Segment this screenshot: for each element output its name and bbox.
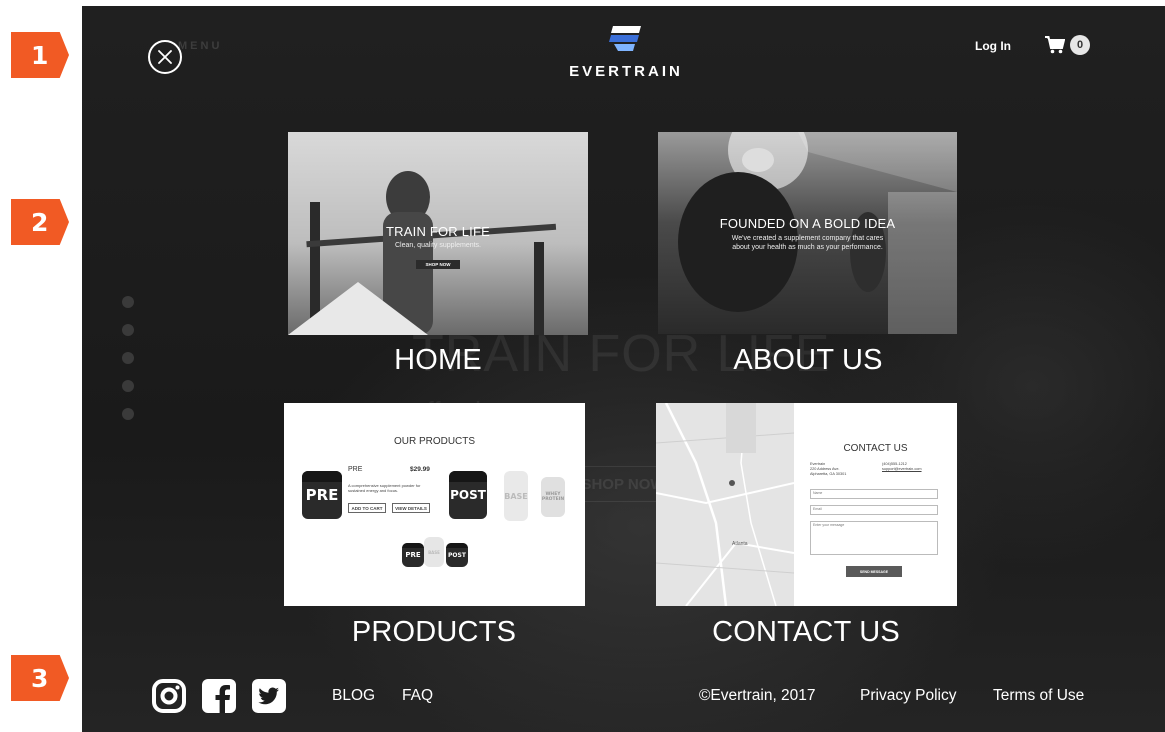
contact-send-button: SEND MESSAGE [846, 566, 902, 577]
carousel-dot [122, 352, 134, 364]
home-overlay-title: TRAIN FOR LIFE [386, 224, 490, 239]
background-hero-button: SHOP NOW [578, 466, 668, 502]
instagram-link[interactable] [152, 679, 186, 713]
products-card-title: OUR PRODUCTS [393, 436, 476, 447]
terms-of-use-link[interactable]: Terms of Use [993, 687, 1084, 705]
faq-link[interactable]: FAQ [402, 687, 433, 705]
home-overlay-subtitle: Clean, quality supplements. [395, 242, 481, 249]
logo[interactable]: EVERTRAIN [556, 24, 696, 80]
about-overlay-title: FOUNDED ON A BOLD IDEA [719, 216, 896, 231]
close-menu-button[interactable] [148, 40, 182, 74]
contact-name-field: Name [810, 489, 938, 499]
about-overlay-subtitle-1: We've created a supplement company that … [731, 235, 884, 242]
login-link[interactable]: Log In [975, 39, 1011, 53]
twitter-link[interactable] [252, 679, 286, 713]
home-tile-image[interactable]: TRAIN FOR LIFE Clean, quality supplement… [288, 132, 588, 335]
cyclists-graphic [678, 132, 957, 334]
contact-map: Atlanta [656, 403, 794, 606]
carousel-dot [122, 324, 134, 336]
map-city-label: Atlanta [732, 541, 748, 547]
post-jar-small: POST [446, 543, 468, 567]
contact-email: support@evertrain.com [882, 467, 922, 471]
instagram-icon [152, 679, 186, 713]
marker-3: 3 [11, 655, 69, 701]
cart-count-badge: 0 [1070, 35, 1090, 55]
facebook-link[interactable] [202, 679, 236, 713]
products-menu-link[interactable]: PRODUCTS [284, 616, 584, 649]
whey-protein-jar: WHEY PROTEIN [541, 477, 565, 517]
marker-2: 2 [11, 199, 69, 245]
facebook-icon [202, 679, 236, 713]
about-tile-image[interactable]: FOUNDED ON A BOLD IDEA We've created a s… [658, 132, 957, 334]
contact-message-field: Enter your message [810, 521, 938, 555]
home-overlay-button: SHOP NOW [416, 260, 460, 269]
contact-card-title: CONTACT US [843, 443, 908, 454]
add-to-cart-button: ADD TO CART [348, 503, 386, 513]
marker-1: 1 [11, 32, 69, 78]
view-details-button: VIEW DETAILS [392, 503, 430, 513]
contact-menu-link[interactable]: CONTACT US [656, 616, 956, 649]
pre-jar-small: PRE [402, 543, 424, 567]
privacy-policy-link[interactable]: Privacy Policy [860, 687, 956, 705]
carousel-dot [122, 380, 134, 392]
cart-icon [1045, 36, 1065, 54]
product-price: $29.99 [410, 466, 430, 473]
menu-label: MENU [178, 40, 223, 52]
post-jar: POST [449, 471, 487, 519]
product-desc-2: sustained energy and focus. [348, 488, 399, 493]
base-jar: BASE [504, 471, 528, 521]
pre-jar-large: PRE [302, 471, 342, 519]
contact-email-field: Email [810, 505, 938, 515]
close-icon [158, 50, 172, 64]
products-tile-image[interactable]: OUR PRODUCTS PRE PRE $29.99 A comprehens… [284, 403, 585, 606]
carousel-dot [122, 408, 134, 420]
copyright-text: ©Evertrain, 2017 [699, 687, 816, 704]
contact-address-2: Alpharetta, GA 30301 [810, 472, 847, 476]
contact-tile-image[interactable]: Atlanta CONTACT US Evertrain 220 Address… [656, 403, 957, 606]
home-menu-link[interactable]: HOME [288, 344, 588, 377]
base-jar-small: BASE [424, 537, 444, 567]
map-graphic [656, 403, 794, 606]
product-name: PRE [348, 466, 363, 473]
about-overlay-subtitle-2: about your health as much as your perfor… [732, 244, 883, 251]
blog-link[interactable]: BLOG [332, 687, 375, 705]
evertrain-logo-icon [609, 26, 641, 51]
twitter-icon [252, 679, 286, 713]
carousel-dot [122, 296, 134, 308]
about-menu-link[interactable]: ABOUT US [658, 344, 958, 377]
cart-button[interactable]: 0 [1045, 35, 1090, 55]
logo-text: EVERTRAIN [569, 63, 683, 80]
menu-screen: TRAIN FOR LIFE effectiv SHOP NOW MENU EV… [82, 6, 1165, 732]
